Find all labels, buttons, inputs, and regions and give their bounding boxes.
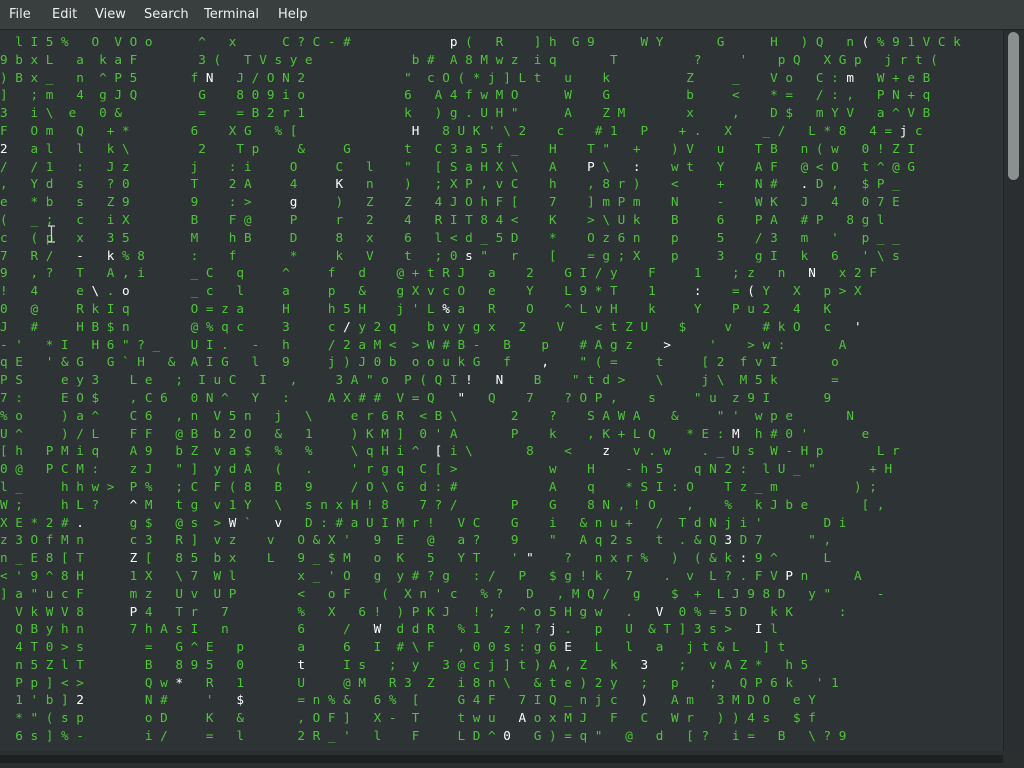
terminal-line: 9 , ? T A , i _ C q ^ f d @ + t R J a 2 …	[0, 265, 877, 281]
terminal-line: J # H B $ n @ % q c 3 c / y 2 q b v y g …	[0, 318, 862, 334]
terminal-line: c ( p x 3 5 M h B D 8 x 6 l < d _ 5 D * …	[0, 229, 900, 245]
text-cursor-ibeam-icon	[48, 225, 55, 243]
terminal-line: * " ( s p o D K & , O F ] X - T t w u A …	[15, 710, 816, 726]
terminal-line: , Y d s ? 0 T 2 A 4 K n ) ; X P , v C h …	[0, 176, 900, 192]
menu-help[interactable]: Help	[278, 0, 308, 30]
terminal-line: 0 @ R k I q O = z a H h 5 H j ' L % a R …	[0, 300, 832, 316]
terminal-line: z 3 O f M n c 3 R ] v z v O & X ' 9 E @ …	[0, 532, 832, 548]
terminal-line: ) B x _ n ^ P 5 f N J / O N 2 " c O ( * …	[0, 69, 931, 85]
window-bottom-edge	[0, 751, 1024, 768]
menu-view[interactable]: View	[95, 0, 126, 30]
terminal-scrollbar[interactable]	[1003, 30, 1024, 751]
terminal-line: n _ E 8 [ T Z [ 8 5 b x L 9 _ $ M o K 5 …	[0, 550, 832, 566]
scrollbar-thumb[interactable]	[1008, 32, 1019, 180]
terminal-line: W ; h L ? ^ M t g v 1 Y \ s n x H ! 8 7 …	[0, 496, 885, 512]
terminal-line: % o ) a ^ C 6 , n V 5 n j \ e r 6 R < B …	[0, 407, 854, 423]
terminal-line: 6 s ] % - i / = l 2 R _ ' l F L D ^ 0 G …	[15, 728, 847, 744]
terminal-line: V k W V 8 P 4 T r 7 % X 6 ! ) P K J ! ; …	[15, 603, 847, 619]
terminal-line: 7 R / - k % 8 : f * k V t ; 0 s " r [ = …	[0, 247, 900, 263]
terminal-line: F O m Q + * 6 X G % [ H 8 U K ' \ 2 c # …	[0, 122, 923, 138]
terminal-line: 2 a l l k \ 2 T p & G t C 3 a 5 f _ H T …	[0, 140, 915, 156]
terminal-line: e * b s Z 9 9 : > g ) Z Z 4 J O h F [ 7 …	[0, 194, 900, 210]
terminal-line: n 5 Z l T B 8 9 5 0 t I s ; y 3 @ c j ] …	[15, 656, 809, 672]
menu-edit[interactable]: Edit	[52, 0, 77, 30]
terminal-area[interactable]: l I 5 % O V O o ^ x C ? C - # p ( R ] h …	[0, 30, 1003, 751]
terminal-line: P p ] < > Q w * R 1 U @ M R 3 Z i 8 n \ …	[15, 674, 839, 690]
menu-search[interactable]: Search	[144, 0, 189, 30]
terminal-line: q E ' & G G ` H & A I G l 9 j ) J 0 b o …	[0, 354, 839, 370]
terminal-line: ! 4 e \ . o _ c l a p & g X v c O e Y L …	[0, 283, 862, 299]
terminal-line: l _ h h w > P % ; C F ( 8 B 9 / O \ G d …	[0, 478, 877, 494]
bottom-edge-strip	[0, 755, 1003, 763]
terminal-output: l I 5 % O V O o ^ x C ? C - # p ( R ] h …	[0, 33, 961, 745]
menu-bar: File Edit View Search Terminal Help	[0, 0, 1024, 30]
terminal-line: / / 1 : J z j : i O C l " [ S a H X \ A …	[0, 158, 915, 174]
terminal-line: 0 @ P C M : z J " ] y d A ( . ' r g q C …	[0, 461, 893, 477]
terminal-line: Q B y h n 7 h A s I n 6 / W d d R % 1 z …	[15, 621, 778, 637]
terminal-line: 7 : E O $ , C 6 0 N ^ Y : A X # # V = Q …	[0, 389, 832, 405]
terminal-line: [ h P M i q A 9 b Z v a $ % % \ q H i ^ …	[0, 443, 900, 459]
terminal-line: < ' 9 ^ 8 H 1 X \ 7 W l x _ ' O g y # ? …	[0, 567, 862, 583]
terminal-line: l I 5 % O V O o ^ x C ? C - # p ( R ] h …	[15, 34, 961, 49]
terminal-line: 3 i \ e 0 & = = B 2 r 1 k ) g . U H " A …	[0, 105, 931, 121]
terminal-line: ] ; m 4 g J Q G 8 0 9 i o 6 A 4 f w M O …	[0, 87, 931, 103]
menu-file[interactable]: File	[9, 0, 31, 30]
terminal-line: U ^ ) / L F F @ B b 2 O & 1 ) K M ] 0 ' …	[0, 425, 870, 441]
terminal-line: 9 b x L a k a F 3 ( T V s y e b # A 8 M …	[0, 51, 938, 67]
terminal-line: 4 T 0 > s = G ^ E p a 6 I # \ F , 0 0 s …	[15, 639, 786, 655]
terminal-line: X E * 2 # . g $ @ s > W ` v D : # a U I …	[0, 514, 847, 530]
terminal-line: - ' * I H 6 " ? _ U I . - h / 2 a M < > …	[0, 336, 847, 352]
terminal-line: ] a " u c F m z U v U P < o F ( X n ' c …	[0, 585, 885, 601]
menu-terminal[interactable]: Terminal	[204, 0, 259, 30]
terminal-line: 1 ' b ] 2 N # ' $ = n % & 6 % [ G 4 F 7 …	[15, 692, 816, 708]
terminal-line: P S e y 3 L e ; I u C I , 3 A " o P ( Q …	[0, 372, 839, 388]
terminal-line: ( _ ; c i X B F @ P r 2 4 R I T 8 4 < K …	[0, 211, 885, 227]
